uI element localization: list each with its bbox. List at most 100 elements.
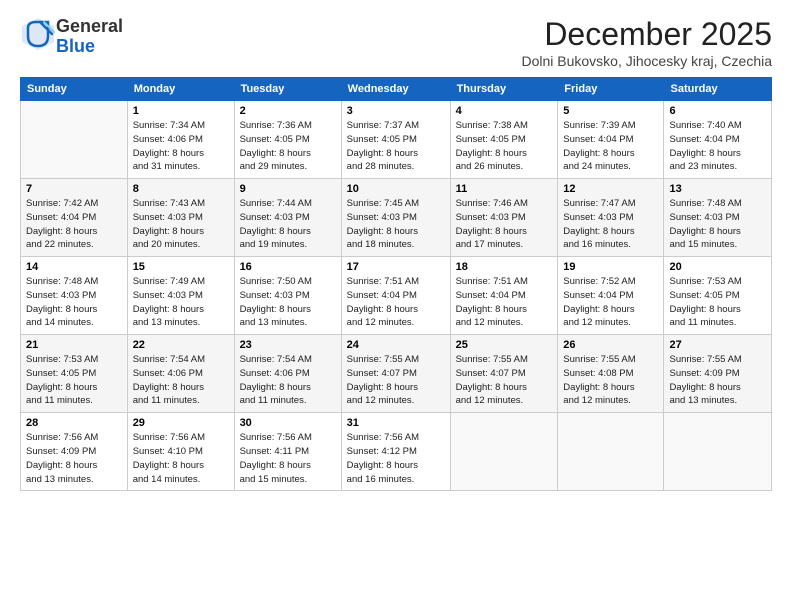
day-info: Sunrise: 7:55 AM Sunset: 4:07 PM Dayligh… xyxy=(456,353,553,408)
day-info: Sunrise: 7:54 AM Sunset: 4:06 PM Dayligh… xyxy=(133,353,229,408)
day-number: 24 xyxy=(347,339,445,351)
logo-icon xyxy=(20,16,56,52)
calendar-cell xyxy=(21,101,128,179)
calendar-cell xyxy=(664,413,772,491)
calendar-cell: 29Sunrise: 7:56 AM Sunset: 4:10 PM Dayli… xyxy=(127,413,234,491)
day-number: 28 xyxy=(26,417,122,429)
day-number: 15 xyxy=(133,261,229,273)
calendar-cell: 14 Sunrise: 7:48 AM Sunset: 4:03 PM Dayli… xyxy=(21,257,128,335)
day-info: Sunrise: 7:48 AM Sunset: 4:03 PM Dayligh… xyxy=(669,197,766,252)
day-number: 9 xyxy=(240,183,336,195)
logo-general: General xyxy=(56,16,123,36)
header-day-sunday: Sunday xyxy=(21,78,128,101)
calendar-cell: 5 Sunrise: 7:39 AM Sunset: 4:04 PM Daylig… xyxy=(558,101,664,179)
day-info: Sunrise: 7:56 AM Sunset: 4:10 PM Dayligh… xyxy=(133,431,229,486)
day-info: Sunrise: 7:53 AM Sunset: 4:05 PM Dayligh… xyxy=(669,275,766,330)
title-block: December 2025 Dolni Bukovsko, Jihocesky … xyxy=(521,16,772,69)
week-row-3: 14 Sunrise: 7:48 AM Sunset: 4:03 PM Dayli… xyxy=(21,257,772,335)
day-info: Sunrise: 7:55 AM Sunset: 4:08 PM Dayligh… xyxy=(563,353,658,408)
day-number: 4 xyxy=(456,105,553,117)
calendar-cell: 13 Sunrise: 7:48 AM Sunset: 4:03 PM Dayli… xyxy=(664,179,772,257)
calendar-cell: 16 Sunrise: 7:50 AM Sunset: 4:03 PM Dayli… xyxy=(234,257,341,335)
day-number: 25 xyxy=(456,339,553,351)
day-info: Sunrise: 7:50 AM Sunset: 4:03 PM Dayligh… xyxy=(240,275,336,330)
day-info: Sunrise: 7:56 AM Sunset: 4:11 PM Dayligh… xyxy=(240,431,336,486)
day-info: Sunrise: 7:39 AM Sunset: 4:04 PM Dayligh… xyxy=(563,119,658,174)
calendar-cell: 17Sunrise: 7:51 AM Sunset: 4:04 PM Dayli… xyxy=(341,257,450,335)
day-info: Sunrise: 7:46 AM Sunset: 4:03 PM Dayligh… xyxy=(456,197,553,252)
header-row: SundayMondayTuesdayWednesdayThursdayFrid… xyxy=(21,78,772,101)
location-subtitle: Dolni Bukovsko, Jihocesky kraj, Czechia xyxy=(521,53,772,69)
day-info: Sunrise: 7:56 AM Sunset: 4:09 PM Dayligh… xyxy=(26,431,122,486)
day-number: 8 xyxy=(133,183,229,195)
header-day-saturday: Saturday xyxy=(664,78,772,101)
calendar-cell: 28 Sunrise: 7:56 AM Sunset: 4:09 PM Dayli… xyxy=(21,413,128,491)
calendar-cell: 8 Sunrise: 7:43 AM Sunset: 4:03 PM Daylig… xyxy=(127,179,234,257)
calendar-cell: 15 Sunrise: 7:49 AM Sunset: 4:03 PM Dayli… xyxy=(127,257,234,335)
day-number: 30 xyxy=(240,417,336,429)
header-day-thursday: Thursday xyxy=(450,78,558,101)
calendar-cell: 24Sunrise: 7:55 AM Sunset: 4:07 PM Dayli… xyxy=(341,335,450,413)
header-day-wednesday: Wednesday xyxy=(341,78,450,101)
day-number: 19 xyxy=(563,261,658,273)
day-number: 5 xyxy=(563,105,658,117)
calendar-cell xyxy=(558,413,664,491)
day-number: 12 xyxy=(563,183,658,195)
month-title: December 2025 xyxy=(521,16,772,53)
day-info: Sunrise: 7:34 AM Sunset: 4:06 PM Dayligh… xyxy=(133,119,229,174)
calendar-cell: 18 Sunrise: 7:51 AM Sunset: 4:04 PM Dayli… xyxy=(450,257,558,335)
header: General Blue December 2025 Dolni Bukovsk… xyxy=(20,16,772,69)
day-number: 13 xyxy=(669,183,766,195)
calendar-cell: 22 Sunrise: 7:54 AM Sunset: 4:06 PM Dayli… xyxy=(127,335,234,413)
day-info: Sunrise: 7:38 AM Sunset: 4:05 PM Dayligh… xyxy=(456,119,553,174)
logo-text: General Blue xyxy=(56,17,123,57)
day-info: Sunrise: 7:51 AM Sunset: 4:04 PM Dayligh… xyxy=(347,275,445,330)
day-number: 7 xyxy=(26,183,122,195)
day-info: Sunrise: 7:56 AM Sunset: 4:12 PM Dayligh… xyxy=(347,431,445,486)
page: General Blue December 2025 Dolni Bukovsk… xyxy=(0,0,792,612)
day-number: 16 xyxy=(240,261,336,273)
day-number: 14 xyxy=(26,261,122,273)
calendar-cell: 31Sunrise: 7:56 AM Sunset: 4:12 PM Dayli… xyxy=(341,413,450,491)
calendar-cell: 19 Sunrise: 7:52 AM Sunset: 4:04 PM Dayli… xyxy=(558,257,664,335)
day-info: Sunrise: 7:36 AM Sunset: 4:05 PM Dayligh… xyxy=(240,119,336,174)
header-day-friday: Friday xyxy=(558,78,664,101)
day-info: Sunrise: 7:48 AM Sunset: 4:03 PM Dayligh… xyxy=(26,275,122,330)
day-info: Sunrise: 7:54 AM Sunset: 4:06 PM Dayligh… xyxy=(240,353,336,408)
day-number: 3 xyxy=(347,105,445,117)
day-info: Sunrise: 7:43 AM Sunset: 4:03 PM Dayligh… xyxy=(133,197,229,252)
calendar-cell: 20 Sunrise: 7:53 AM Sunset: 4:05 PM Dayli… xyxy=(664,257,772,335)
day-info: Sunrise: 7:37 AM Sunset: 4:05 PM Dayligh… xyxy=(347,119,445,174)
day-number: 20 xyxy=(669,261,766,273)
day-info: Sunrise: 7:47 AM Sunset: 4:03 PM Dayligh… xyxy=(563,197,658,252)
week-row-2: 7 Sunrise: 7:42 AM Sunset: 4:04 PM Daylig… xyxy=(21,179,772,257)
day-number: 22 xyxy=(133,339,229,351)
calendar-cell: 10 Sunrise: 7:45 AM Sunset: 4:03 PM Dayli… xyxy=(341,179,450,257)
calendar-cell: 23 Sunrise: 7:54 AM Sunset: 4:06 PM Dayli… xyxy=(234,335,341,413)
day-info: Sunrise: 7:53 AM Sunset: 4:05 PM Dayligh… xyxy=(26,353,122,408)
calendar-cell: 1 Sunrise: 7:34 AM Sunset: 4:06 PM Daylig… xyxy=(127,101,234,179)
day-info: Sunrise: 7:51 AM Sunset: 4:04 PM Dayligh… xyxy=(456,275,553,330)
day-info: Sunrise: 7:45 AM Sunset: 4:03 PM Dayligh… xyxy=(347,197,445,252)
day-number: 1 xyxy=(133,105,229,117)
day-info: Sunrise: 7:49 AM Sunset: 4:03 PM Dayligh… xyxy=(133,275,229,330)
day-number: 18 xyxy=(456,261,553,273)
calendar-cell: 3 Sunrise: 7:37 AM Sunset: 4:05 PM Daylig… xyxy=(341,101,450,179)
calendar-cell xyxy=(450,413,558,491)
day-number: 23 xyxy=(240,339,336,351)
calendar-cell: 26 Sunrise: 7:55 AM Sunset: 4:08 PM Dayli… xyxy=(558,335,664,413)
day-info: Sunrise: 7:55 AM Sunset: 4:09 PM Dayligh… xyxy=(669,353,766,408)
calendar-cell: 27Sunrise: 7:55 AM Sunset: 4:09 PM Dayli… xyxy=(664,335,772,413)
day-info: Sunrise: 7:40 AM Sunset: 4:04 PM Dayligh… xyxy=(669,119,766,174)
day-info: Sunrise: 7:42 AM Sunset: 4:04 PM Dayligh… xyxy=(26,197,122,252)
day-number: 2 xyxy=(240,105,336,117)
calendar-cell: 30 Sunrise: 7:56 AM Sunset: 4:11 PM Dayli… xyxy=(234,413,341,491)
day-info: Sunrise: 7:52 AM Sunset: 4:04 PM Dayligh… xyxy=(563,275,658,330)
day-number: 6 xyxy=(669,105,766,117)
day-number: 26 xyxy=(563,339,658,351)
day-number: 10 xyxy=(347,183,445,195)
calendar-cell: 6 Sunrise: 7:40 AM Sunset: 4:04 PM Daylig… xyxy=(664,101,772,179)
day-number: 21 xyxy=(26,339,122,351)
day-number: 11 xyxy=(456,183,553,195)
logo-blue: Blue xyxy=(56,36,95,56)
